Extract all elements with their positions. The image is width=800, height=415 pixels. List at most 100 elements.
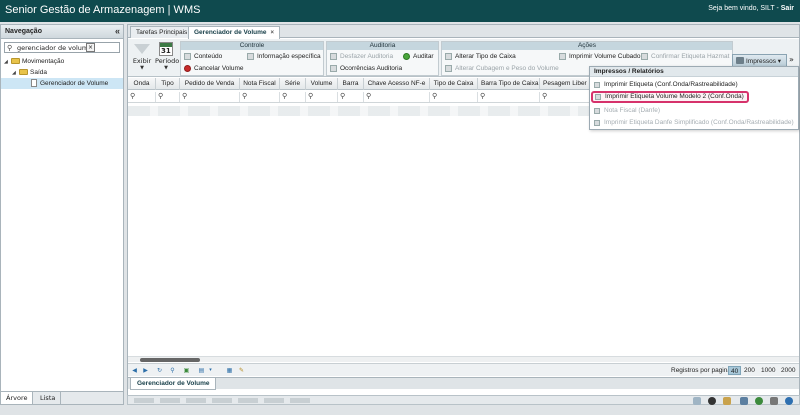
filter-serie-search-icon[interactable]: ⚲ <box>280 92 306 102</box>
sidebar-tabs: Árvore Lista <box>1 391 123 404</box>
imprimir-volume-cubado-button[interactable]: Imprimir Volume Cubado <box>559 53 641 60</box>
alterar-tipo-caixa-button[interactable]: Alterar Tipo de Caixa <box>445 53 516 60</box>
filter-pedido-search-icon[interactable]: ⚲ <box>180 92 240 102</box>
clear-search-icon[interactable]: × <box>86 43 95 52</box>
logout-link[interactable]: Sair <box>781 5 794 12</box>
printer-icon <box>736 57 744 64</box>
globe-icon[interactable] <box>755 397 763 405</box>
periodo-button[interactable]: 31 Período ▼ <box>155 42 179 71</box>
col-tipo-caixa[interactable]: Tipo de Caixa <box>430 78 478 90</box>
record-icon[interactable] <box>708 397 716 405</box>
folder-icon <box>11 58 20 65</box>
close-tab-icon[interactable]: × <box>270 30 274 36</box>
menu-item-imprimir-etiqueta-modelo-2[interactable]: Imprimir Etiqueta Volume Modelo 2 (Conf.… <box>591 91 749 103</box>
chevron-down-icon[interactable]: ▾ <box>207 367 214 374</box>
col-serie[interactable]: Série <box>280 78 306 90</box>
tab-arvore[interactable]: Árvore <box>1 392 34 404</box>
alterar-cubagem-button[interactable]: Alterar Cubagem e Peso do Volume <box>445 65 559 72</box>
sidebar-header: Navegação « <box>1 25 123 39</box>
filter-chave-search-icon[interactable]: ⚲ <box>364 92 430 102</box>
next-page-icon[interactable]: ▶ <box>142 367 149 374</box>
info-icon[interactable] <box>785 397 793 405</box>
clear-filter-icon[interactable]: ✎ <box>238 367 245 374</box>
calendar-icon: 31 <box>159 42 173 56</box>
tabs-bar: Tarefas Principais Gerenciador de Volume… <box>128 25 799 39</box>
bottom-tabs: Gerenciador de Volume <box>128 377 799 390</box>
tree-item-movimentacao[interactable]: ◢ Movimentação <box>1 56 123 67</box>
col-barra-tipo-caixa[interactable]: Barra Tipo de Caixa <box>478 78 540 90</box>
filter-barra-search-icon[interactable]: ⚲ <box>338 92 364 102</box>
informacao-especifica-button[interactable]: Informação específica <box>247 53 321 60</box>
tab-bottom-gerenciador-volume[interactable]: Gerenciador de Volume <box>130 378 217 390</box>
ocorrencias-auditoria-button[interactable]: Ocorrências Auditoria <box>330 65 402 72</box>
settings-icon[interactable] <box>770 397 778 405</box>
group-title-controle: Controle <box>181 42 323 50</box>
sidebar-title: Navegação <box>5 28 42 35</box>
horizontal-scrollbar[interactable] <box>128 356 799 362</box>
more-toolbar-button[interactable]: » <box>789 55 794 64</box>
col-onda[interactable]: Onda <box>128 78 156 90</box>
print-item-icon <box>594 120 600 126</box>
filter-tipo-caixa-search-icon[interactable]: ⚲ <box>430 92 478 102</box>
print-item-icon <box>594 108 600 114</box>
tab-tarefas-principais[interactable]: Tarefas Principais <box>130 26 194 38</box>
folder-icon[interactable] <box>723 397 731 405</box>
menu-item-etiqueta-danfe[interactable]: Imprimir Etiqueta Danfe Simplificado (Co… <box>594 118 794 128</box>
filter-volume-search-icon[interactable]: ⚲ <box>306 92 338 102</box>
page-size-200[interactable]: 200 <box>742 366 757 375</box>
image-icon[interactable]: ▣ <box>183 367 190 374</box>
cancel-icon <box>184 65 191 72</box>
auditar-button[interactable]: Auditar <box>403 53 434 60</box>
tab-lista[interactable]: Lista <box>35 392 62 404</box>
col-pedido-venda[interactable]: Pedido de Venda <box>180 78 240 90</box>
col-tipo[interactable]: Tipo <box>156 78 180 90</box>
conteudo-button[interactable]: Conteúdo <box>184 53 222 60</box>
collapse-sidebar-button[interactable]: « <box>115 26 120 36</box>
col-nota-fiscal[interactable]: Nota Fiscal <box>240 78 280 90</box>
desfazer-auditoria-button[interactable]: Desfazer Auditoria <box>330 53 393 60</box>
menu-item-nota-fiscal[interactable]: Nota Fiscal (Danfe) <box>594 106 660 116</box>
group-controle: Controle Conteúdo Informação específica … <box>180 41 324 76</box>
col-barra[interactable]: Barra <box>338 78 364 90</box>
filter-onda-search-icon[interactable]: ⚲ <box>128 92 156 102</box>
dropdown-title: Impressos / Relatórios <box>590 67 798 77</box>
col-volume[interactable]: Volume <box>306 78 338 90</box>
page-size-2000[interactable]: 2000 <box>779 366 797 375</box>
print-item-icon <box>594 82 600 88</box>
group-title-acoes: Ações <box>442 42 732 50</box>
zoom-icon[interactable]: ⚲ <box>169 367 176 374</box>
exibir-button[interactable]: Exibir ▼ <box>131 42 153 71</box>
export-icon[interactable]: ▤ <box>198 367 205 374</box>
sidebar-search-input[interactable]: ⚲ gerenciador de volume × <box>4 42 120 53</box>
page-size-1000[interactable]: 1000 <box>759 366 777 375</box>
info-icon <box>247 53 254 60</box>
content-icon <box>184 53 191 60</box>
table-row[interactable] <box>128 106 598 116</box>
scrollbar-thumb[interactable] <box>140 358 200 362</box>
tree-item-gerenciador-volume[interactable]: Gerenciador de Volume <box>1 78 123 89</box>
menu-item-imprimir-etiqueta[interactable]: Imprimir Etiqueta (Conf.Onda/Rastreabili… <box>594 80 738 90</box>
filter-icon <box>134 44 150 54</box>
filter-tipo-search-icon[interactable]: ⚲ <box>156 92 180 102</box>
monitor-icon[interactable] <box>740 397 748 405</box>
check-icon <box>403 53 410 60</box>
refresh-icon[interactable]: ↻ <box>156 367 163 374</box>
cancelar-volume-button[interactable]: Cancelar Volume <box>184 65 244 72</box>
chevron-down-icon: ▼ <box>140 65 144 71</box>
document-icon <box>31 79 37 88</box>
prev-page-icon[interactable]: ◀ <box>131 367 138 374</box>
print-item-icon <box>595 94 601 100</box>
page-size-40[interactable]: 40 <box>728 366 742 375</box>
col-chave-nfe[interactable]: Chave Acesso NF-e <box>364 78 430 90</box>
col-pesagem-liberada[interactable]: Pesagem Liber <box>540 78 590 90</box>
confirmar-etiqueta-hazmat-button[interactable]: Confirmar Etiqueta Hazmat <box>641 53 729 60</box>
save-icon[interactable]: ▦ <box>226 367 233 374</box>
window-icon[interactable] <box>693 397 701 405</box>
undo-icon <box>330 53 337 60</box>
filter-barra-tipo-search-icon[interactable]: ⚲ <box>478 92 540 102</box>
filter-pesagem-search-icon[interactable]: ⚲ <box>540 92 590 102</box>
tab-gerenciador-volume[interactable]: Gerenciador de Volume × <box>188 26 280 39</box>
filter-nota-search-icon[interactable]: ⚲ <box>240 92 280 102</box>
status-bar <box>127 395 800 405</box>
tree-item-saida[interactable]: ◢ Saída <box>1 67 123 78</box>
